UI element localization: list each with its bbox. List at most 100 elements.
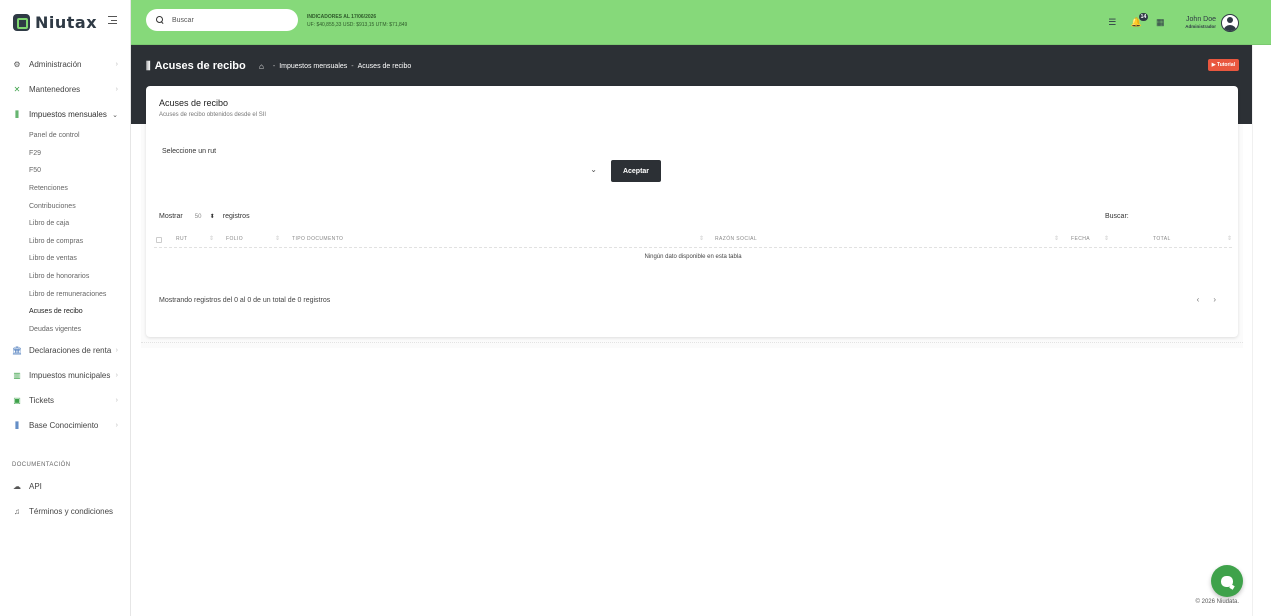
sidebar-item-base-conocimiento[interactable]: ⫼ Base Conocimiento › — [0, 413, 131, 438]
table-search-input[interactable] — [1136, 210, 1226, 222]
sidebar-item-mantenedores[interactable]: ✕ Mantenedores › — [0, 77, 131, 102]
library-icon: ⫼ — [15, 109, 19, 119]
sidebar-subitem-f50[interactable]: F50 — [0, 162, 131, 180]
sort-icon: ⇕ — [1104, 236, 1110, 242]
economic-indicators: INDICADORES AL 17/06/2026 UF: $40,855,33… — [307, 13, 407, 29]
sidebar-subitem-libro-de-compras[interactable]: Libro de compras — [0, 233, 131, 251]
search-input[interactable] — [172, 16, 282, 24]
sidebar-item-api[interactable]: ☁ API — [0, 474, 131, 499]
sidebar-item-impuestos-municipales[interactable]: ▥ Impuestos municipales › — [0, 363, 131, 388]
chevron-right-icon: › — [115, 372, 118, 380]
sidebar-subitem-retenciones[interactable]: Retenciones — [0, 180, 131, 198]
breadcrumb-item-impuestos-mensuales[interactable]: Impuestos mensuales — [279, 63, 347, 70]
column-razon-social[interactable]: RAZÓN SOCIAL — [715, 236, 757, 242]
avatar[interactable] — [1221, 13, 1239, 32]
user-info: John Doe Administrador — [1185, 16, 1216, 29]
breadcrumb: ⌂ - Impuestos mensuales - Acuses de reci… — [259, 62, 411, 71]
tutorial-button[interactable]: ▶ Tutorial — [1207, 59, 1239, 71]
sidebar-subitem-libro-de-ventas[interactable]: Libro de ventas — [0, 250, 131, 268]
sidebar-subitem-acuses-de-recibo[interactable]: Acuses de recibo — [0, 303, 131, 321]
sidebar-subitem-contribuciones[interactable]: Contribuciones — [0, 197, 131, 215]
sidebar-subitem-libro-de-honorarios[interactable]: Libro de honorarios — [0, 268, 131, 286]
topbar: INDICADORES AL 17/06/2026 UF: $40,855,33… — [131, 0, 1271, 45]
sidebar-item-label: API — [29, 482, 42, 492]
search-icon — [156, 16, 164, 24]
global-search[interactable] — [146, 9, 298, 31]
user-role: Administrador — [1185, 24, 1216, 29]
music-icon: ♫ — [14, 507, 20, 517]
sidebar-item-label: Impuestos municipales — [29, 371, 111, 381]
chevron-right-icon: › — [115, 397, 118, 405]
bank-icon: 🏛 — [11, 346, 23, 356]
select-all-checkbox[interactable] — [156, 237, 162, 243]
column-tipo-documento[interactable]: TIPO DOCUMENTO — [292, 236, 343, 242]
previous-page-button[interactable]: ‹ — [1197, 295, 1200, 304]
sidebar-item-administracion[interactable]: ⚙ Administración › — [0, 52, 131, 77]
card-title: Acuses de recibo — [159, 98, 229, 108]
column-total[interactable]: TOTAL — [1153, 236, 1171, 242]
column-folio[interactable]: FOLIO — [226, 236, 243, 242]
tools-icon: ✕ — [13, 85, 21, 94]
sidebar-item-impuestos-mensuales[interactable]: ⫼ Impuestos mensuales ⌄ — [0, 102, 131, 127]
sidebar-item-label: Términos y condiciones — [29, 507, 114, 517]
chevron-right-icon: › — [115, 347, 118, 355]
sidebar-subitem-f29[interactable]: F29 — [0, 145, 131, 163]
page-length-select[interactable]: 50 ⬍ — [194, 213, 215, 221]
sidebar-item-tickets[interactable]: ▣ Tickets › — [0, 388, 131, 413]
brand-logo-icon — [13, 14, 30, 31]
apps-grid-icon[interactable]: ▦ — [1155, 17, 1165, 28]
column-fecha[interactable]: FECHA — [1071, 236, 1090, 242]
breadcrumb-separator: - — [351, 63, 354, 70]
column-rut[interactable]: RUT — [176, 236, 187, 242]
user-menu[interactable]: John Doe Administrador — [1185, 13, 1239, 32]
topbar-actions: ☰ 🔔 14 ▦ John Doe Administrador — [1107, 0, 1271, 45]
breadcrumb-separator: - — [272, 63, 276, 70]
table-info: Mostrando registros del 0 al 0 de un tot… — [159, 297, 331, 304]
home-icon[interactable]: ⌂ — [259, 62, 264, 71]
records-label: registros — [222, 213, 250, 220]
empty-table-message: Ningún dato disponible en esta tabla — [644, 254, 742, 260]
menu-toggle-button[interactable] — [108, 16, 117, 24]
library-icon: ⫼ — [15, 420, 19, 430]
page-right-edge — [1252, 45, 1271, 616]
breadcrumb-item-acuses-de-recibo: Acuses de recibo — [357, 63, 412, 70]
sidebar-subitem-libro-de-remuneraciones[interactable]: Libro de remuneraciones — [0, 285, 131, 303]
user-name: John Doe — [1186, 16, 1216, 23]
page-length-control: Mostrar 50 ⬍ registros — [159, 213, 250, 220]
indicators-values: UF: $40,855,33 USD: $913,15 UTM: $71,849 — [307, 22, 408, 28]
rut-select[interactable]: ⌄ — [162, 164, 597, 178]
chat-icon — [1221, 575, 1233, 587]
sidebar-item-declaraciones-de-renta[interactable]: 🏛 Declaraciones de renta › — [0, 338, 131, 363]
sidebar-item-label: Declaraciones de renta — [29, 346, 112, 356]
sidebar-subitem-deudas-vigentes[interactable]: Deudas vigentes — [0, 321, 131, 339]
documentation-header: DOCUMENTACIÓN — [12, 462, 71, 469]
chevron-down-icon: ⌄ — [590, 165, 597, 174]
sidebar-item-label: Tickets — [29, 396, 55, 406]
acuses-card: Acuses de recibo Acuses de recibo obteni… — [146, 86, 1238, 337]
sidebar: Niutax ⚙ Administración › ✕ Mantenedores… — [0, 0, 131, 616]
chevron-right-icon: › — [115, 86, 118, 93]
chevron-down-icon: ⌄ — [112, 111, 118, 119]
page-length-value: 50 — [194, 213, 202, 220]
next-page-button[interactable]: › — [1213, 295, 1216, 304]
brand: Niutax — [0, 0, 130, 45]
sidebar-subitem-panel-de-control[interactable]: Panel de control — [0, 127, 131, 145]
page-title-text: Acuses de recibo — [154, 60, 246, 72]
show-label: Mostrar — [159, 213, 183, 220]
pagination: ‹ › — [1183, 295, 1216, 304]
sidebar-subitem-libro-de-caja[interactable]: Libro de caja — [0, 215, 131, 233]
indicators-title: INDICADORES AL 17/06/2026 — [307, 14, 377, 20]
gear-icon: ⚙ — [13, 60, 21, 69]
content-divider — [141, 342, 1243, 343]
chat-button[interactable] — [1211, 565, 1243, 597]
accept-button[interactable]: Aceptar — [611, 160, 661, 182]
ticket-icon: ▣ — [13, 396, 21, 406]
table-header: RUT ⇕ FOLIO ⇕ TIPO DOCUMENTO ⇕ RAZÓN SOC… — [154, 234, 1232, 248]
bell-icon[interactable]: 🔔 14 — [1131, 12, 1149, 28]
sidebar-item-label: Base Conocimiento — [29, 421, 99, 431]
brand-name: Niutax — [35, 13, 98, 32]
notification-badge: 14 — [1138, 12, 1149, 21]
sort-icon: ⇕ — [699, 236, 705, 242]
list-icon[interactable]: ☰ — [1107, 17, 1117, 28]
sidebar-item-terminos-y-condiciones[interactable]: ♫ Términos y condiciones — [0, 499, 131, 524]
